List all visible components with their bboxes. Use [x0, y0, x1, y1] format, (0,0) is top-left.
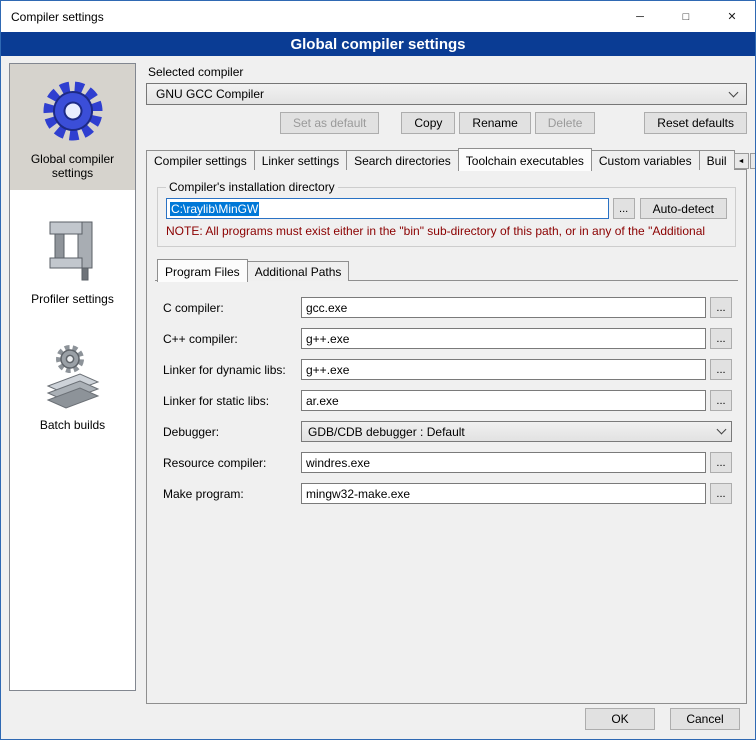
reset-defaults-button[interactable]: Reset defaults	[644, 112, 747, 134]
static-linker-row: Linker for static libs: ar.exe ...	[163, 390, 732, 411]
close-button[interactable]: ✕	[709, 1, 755, 32]
window-controls: ─ □ ✕	[617, 1, 755, 32]
main-content: Selected compiler GNU GCC Compiler Set a…	[146, 63, 747, 704]
cpp-compiler-browse-button[interactable]: ...	[710, 328, 732, 349]
copy-button[interactable]: Copy	[401, 112, 455, 134]
chevron-down-icon	[717, 425, 727, 435]
ok-button[interactable]: OK	[585, 708, 655, 730]
set-as-default-button[interactable]: Set as default	[280, 112, 379, 134]
resource-compiler-row: Resource compiler: windres.exe ...	[163, 452, 732, 473]
installation-directory-row: C:\raylib\MinGW ... Auto-detect	[166, 198, 727, 219]
tab-search-directories[interactable]: Search directories	[346, 150, 459, 170]
dialog-header: Global compiler settings	[1, 32, 755, 56]
tab-scroll-buttons: ◄ ►	[734, 153, 756, 170]
subtab-additional-paths[interactable]: Additional Paths	[247, 261, 350, 281]
dialog-header-title: Global compiler settings	[290, 36, 465, 53]
tab-scroll-left-button[interactable]: ◄	[734, 153, 749, 169]
installation-directory-group-title: Compiler's installation directory	[166, 180, 338, 194]
bin-subdirectory-note: NOTE: All programs must exist either in …	[166, 224, 727, 238]
arrow-left-icon: ◄	[738, 158, 745, 165]
compiler-settings-dialog: Compiler settings ─ □ ✕ Global compiler …	[0, 0, 756, 740]
maximize-icon: □	[683, 11, 690, 23]
c-compiler-input[interactable]: gcc.exe	[301, 297, 706, 318]
close-icon: ✕	[727, 10, 736, 23]
cpp-compiler-label: C++ compiler:	[163, 332, 301, 346]
selected-compiler-label: Selected compiler	[148, 65, 747, 79]
compiler-actions: Set as default Copy Rename Delete Reset …	[146, 112, 747, 134]
gray-gear-stack-icon	[38, 342, 108, 412]
make-program-input[interactable]: mingw32-make.exe	[301, 483, 706, 504]
resource-compiler-value: windres.exe	[306, 456, 370, 470]
dialog-body: Global compiler settings Profiler settin…	[1, 56, 755, 739]
c-compiler-label: C compiler:	[163, 301, 301, 315]
debugger-row: Debugger: GDB/CDB debugger : Default	[163, 421, 732, 442]
make-program-label: Make program:	[163, 487, 301, 501]
dialog-footer: OK Cancel	[585, 708, 740, 730]
chevron-down-icon	[729, 87, 739, 97]
c-compiler-browse-button[interactable]: ...	[710, 297, 732, 318]
toolchain-executables-panel: Compiler's installation directory C:\ray…	[146, 169, 747, 704]
static-linker-browse-button[interactable]: ...	[710, 390, 732, 411]
minimize-icon: ─	[636, 11, 644, 23]
make-program-row: Make program: mingw32-make.exe ...	[163, 483, 732, 504]
tab-custom-variables[interactable]: Custom variables	[591, 150, 700, 170]
settings-category-list: Global compiler settings Profiler settin…	[9, 63, 136, 691]
dynamic-linker-input[interactable]: g++.exe	[301, 359, 706, 380]
program-files-panel: C compiler: gcc.exe ... C++ compiler: g+…	[155, 280, 738, 695]
sidebar-item-label: Profiler settings	[31, 292, 114, 306]
tab-compiler-settings[interactable]: Compiler settings	[146, 150, 255, 170]
settings-tabbar: Compiler settings Linker settings Search…	[146, 148, 747, 170]
blue-gear-icon	[38, 76, 108, 146]
window-title: Compiler settings	[1, 10, 104, 24]
sidebar-item-global-compiler-settings[interactable]: Global compiler settings	[10, 64, 135, 190]
profiler-tool-icon	[38, 216, 108, 286]
debugger-value: GDB/CDB debugger : Default	[308, 425, 465, 439]
dynamic-linker-value: g++.exe	[306, 363, 349, 377]
delete-button[interactable]: Delete	[535, 112, 596, 134]
resource-compiler-input[interactable]: windres.exe	[301, 452, 706, 473]
program-files-tabbar: Program Files Additional Paths	[155, 259, 738, 281]
c-compiler-value: gcc.exe	[306, 301, 347, 315]
resource-compiler-browse-button[interactable]: ...	[710, 452, 732, 473]
static-linker-label: Linker for static libs:	[163, 394, 301, 408]
cpp-compiler-row: C++ compiler: g++.exe ...	[163, 328, 732, 349]
maximize-button[interactable]: □	[663, 1, 709, 32]
selected-compiler-value: GNU GCC Compiler	[156, 87, 264, 101]
auto-detect-button[interactable]: Auto-detect	[640, 198, 727, 219]
c-compiler-row: C compiler: gcc.exe ...	[163, 297, 732, 318]
tab-build-options-truncated[interactable]: Buil	[699, 150, 735, 170]
cpp-compiler-value: g++.exe	[306, 332, 349, 346]
static-linker-input[interactable]: ar.exe	[301, 390, 706, 411]
cpp-compiler-input[interactable]: g++.exe	[301, 328, 706, 349]
sidebar-item-label: Batch builds	[40, 418, 105, 432]
tab-scroll-right-button[interactable]: ►	[750, 153, 756, 169]
sidebar-item-profiler-settings[interactable]: Profiler settings	[10, 204, 135, 316]
sidebar-item-label: Global compiler settings	[14, 152, 131, 180]
selected-compiler-dropdown[interactable]: GNU GCC Compiler	[146, 83, 747, 105]
rename-button[interactable]: Rename	[459, 112, 530, 134]
debugger-select[interactable]: GDB/CDB debugger : Default	[301, 421, 732, 442]
cancel-button[interactable]: Cancel	[670, 708, 740, 730]
dynamic-linker-row: Linker for dynamic libs: g++.exe ...	[163, 359, 732, 380]
dynamic-linker-label: Linker for dynamic libs:	[163, 363, 301, 377]
minimize-button[interactable]: ─	[617, 1, 663, 32]
installation-directory-value: C:\raylib\MinGW	[170, 202, 259, 216]
make-program-browse-button[interactable]: ...	[710, 483, 732, 504]
static-linker-value: ar.exe	[306, 394, 339, 408]
installation-directory-group: Compiler's installation directory C:\ray…	[157, 180, 736, 247]
dynamic-linker-browse-button[interactable]: ...	[710, 359, 732, 380]
debugger-label: Debugger:	[163, 425, 301, 439]
subtab-program-files[interactable]: Program Files	[157, 259, 248, 282]
resource-compiler-label: Resource compiler:	[163, 456, 301, 470]
titlebar: Compiler settings ─ □ ✕	[1, 1, 755, 32]
tab-linker-settings[interactable]: Linker settings	[254, 150, 347, 170]
installation-directory-input[interactable]: C:\raylib\MinGW	[166, 198, 609, 219]
installation-directory-browse-button[interactable]: ...	[613, 198, 635, 219]
tab-toolchain-executables[interactable]: Toolchain executables	[458, 148, 592, 171]
sidebar-item-batch-builds[interactable]: Batch builds	[10, 330, 135, 442]
make-program-value: mingw32-make.exe	[306, 487, 410, 501]
